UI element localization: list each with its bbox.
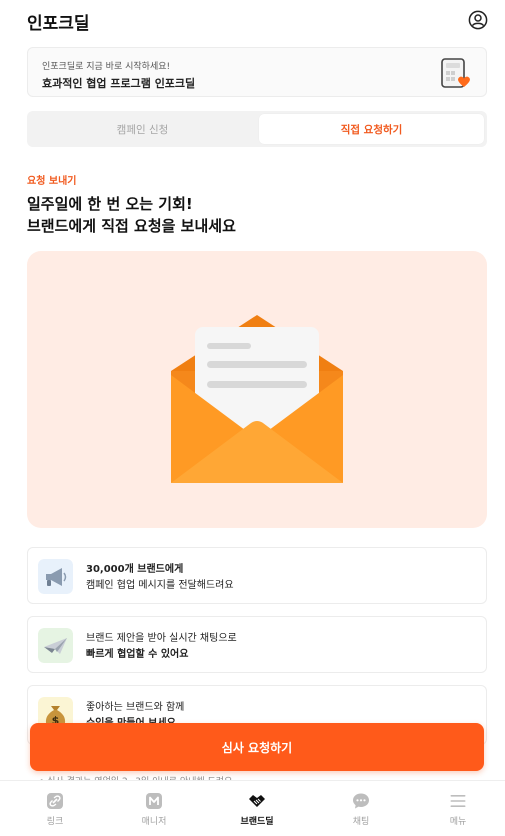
promo-subtitle: 인포크딜로 지금 바로 시작하세요! [42,62,171,72]
promo-banner[interactable]: 인포크딜로 지금 바로 시작하세요! 효과적인 협업 프로그램 인포크딜 [27,47,487,97]
megaphone-icon [38,559,73,594]
promo-title: 효과적인 협업 프로그램 인포크딜 [42,77,196,90]
feature-1-line-2: 캠페인 협업 메시지를 전달해드려요 [86,580,234,591]
tab-campaign-apply[interactable]: 캠페인 신청 [30,114,255,144]
paper-plane-icon [38,628,73,663]
feature-1-line-1: 30,000개 브랜드에게 [86,564,184,575]
nav-label-link: 링크 [46,817,64,827]
handshake-icon [249,795,265,807]
feature-card-brands: 30,000개 브랜드에게 캠페인 협업 메시지를 전달해드려요 [27,547,487,604]
review-request-button[interactable]: 심사 요청하기 [30,723,484,771]
headline-line-2: 브랜드에게 직접 요청을 보내세요 [27,217,236,235]
bottom-nav: 링크 매니저 브랜드딜 채팅 메뉴 [0,780,505,836]
link-icon [47,793,63,809]
app-header: 인포크딜 [0,0,505,40]
nav-label-chat: 채팅 [352,817,370,827]
manager-m-icon [146,793,162,809]
headline-line-1: 일주일에 한 번 오는 기회! [27,195,193,213]
nav-item-menu[interactable]: 메뉴 [418,781,498,836]
nav-item-chat[interactable]: 채팅 [321,781,401,836]
section-tag: 요청 보내기 [27,176,77,187]
nav-item-branddeal[interactable]: 브랜드딜 [217,781,297,836]
hamburger-menu-icon [450,795,466,807]
feature-2-line-1: 브랜드 제안을 받아 실시간 채팅으로 [86,633,237,644]
headline: 일주일에 한 번 오는 기회! 브랜드에게 직접 요청을 보내세요 [27,193,236,237]
app-title: 인포크딜 [27,14,90,34]
user-circle-icon[interactable] [468,10,488,30]
nav-item-manager[interactable]: 매니저 [114,781,194,836]
open-envelope-icon [171,315,343,483]
hero-illustration [27,251,487,528]
tab-direct-request[interactable]: 직접 요청하기 [259,114,484,144]
nav-label-manager: 매니저 [141,817,167,827]
nav-item-link[interactable]: 링크 [15,781,95,836]
nav-label-menu: 메뉴 [449,817,467,827]
tab-bar: 캠페인 신청 직접 요청하기 [27,111,487,147]
feature-card-chat: 브랜드 제안을 받아 실시간 채팅으로 빠르게 협업할 수 있어요 [27,616,487,673]
nav-label-branddeal: 브랜드딜 [240,817,274,827]
calculator-heart-icon [441,58,470,88]
chat-bubble-icon [353,793,369,809]
feature-2-line-2: 빠르게 협업할 수 있어요 [86,649,189,660]
feature-3-line-1: 좋아하는 브랜드와 함께 [86,702,185,713]
